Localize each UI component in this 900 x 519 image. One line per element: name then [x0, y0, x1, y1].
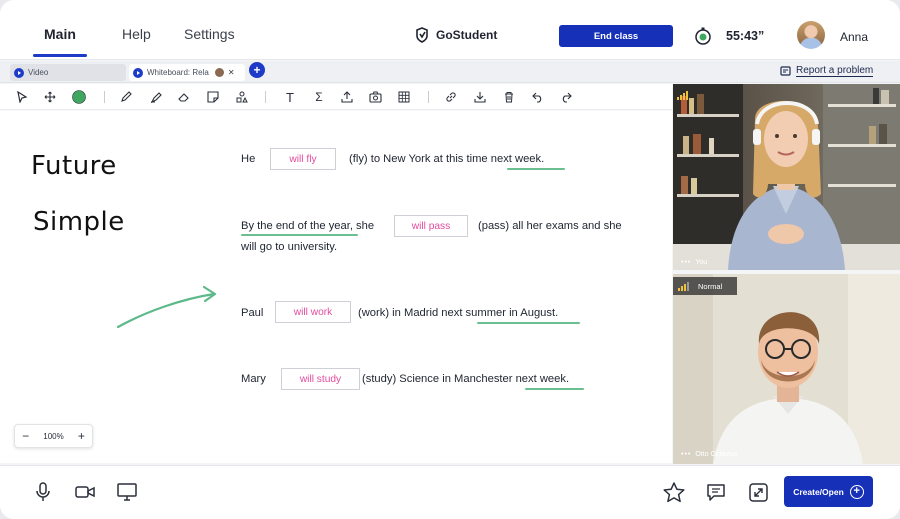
more-icon[interactable]: ••• — [681, 451, 691, 458]
stopwatch-icon — [695, 27, 711, 45]
move-icon[interactable] — [43, 90, 57, 104]
report-problem-link[interactable]: Report a problem — [780, 65, 874, 77]
toolbar-divider — [104, 91, 105, 103]
sentence-1-start: He — [241, 153, 256, 165]
self-video-label: ••• You — [681, 259, 707, 266]
plus-circle-icon: + — [849, 484, 864, 499]
underline-mark — [241, 234, 358, 236]
close-icon[interactable]: ✕ — [228, 68, 235, 77]
underline-mark — [507, 168, 565, 170]
app-window: Main Help Settings GoStudent End class 5… — [0, 0, 900, 519]
toolbar-divider — [265, 91, 266, 103]
sentence-2-start: By the end of the year, she — [241, 220, 375, 232]
delete-icon[interactable] — [502, 90, 516, 104]
tab-main[interactable]: Main — [44, 26, 76, 42]
tab-avatar — [214, 68, 224, 77]
toolbar-divider — [428, 91, 429, 103]
tab-help[interactable]: Help — [122, 26, 151, 42]
self-video-image — [673, 84, 900, 270]
tab-video-label: Video — [28, 68, 49, 77]
connection-quality-badge: Normal — [673, 277, 737, 295]
play-circle-icon — [133, 67, 143, 78]
participant-video-image — [673, 274, 900, 464]
sentence-3-start: Paul — [241, 307, 264, 319]
underline-mark — [525, 388, 584, 390]
user-name: Anna — [840, 30, 869, 44]
text-icon[interactable]: T — [283, 90, 297, 105]
flag-icon — [780, 65, 791, 76]
document-tab-bar: Video Whiteboard: Rela ✕ — [0, 61, 900, 83]
zoom-out-button[interactable]: − — [22, 429, 29, 443]
video-feed-participant[interactable]: ••• Otto Octavius — [673, 274, 900, 464]
pen-icon[interactable] — [119, 90, 133, 104]
underline-mark — [477, 322, 580, 324]
download-icon[interactable] — [473, 90, 487, 104]
participant-video-label: ••• Otto Octavius — [681, 451, 738, 458]
shapes-icon[interactable] — [235, 90, 249, 104]
upload-icon[interactable] — [340, 90, 354, 104]
whiteboard-toolbar: T Σ — [0, 84, 672, 110]
answer-box-4[interactable]: will study — [281, 368, 360, 390]
create-open-button[interactable]: Create/Open + — [784, 476, 873, 507]
active-tab-indicator — [33, 54, 87, 57]
signal-icon — [678, 282, 689, 291]
tab-whiteboard-label: Whiteboard: Rela — [147, 68, 209, 77]
formula-icon[interactable]: Σ — [312, 90, 326, 104]
handwritten-heading-future: Future — [31, 151, 117, 181]
tab-whiteboard[interactable]: Whiteboard: Rela ✕ — [129, 64, 245, 81]
camera-icon[interactable] — [71, 478, 99, 506]
whiteboard-canvas[interactable]: Future Simple He will fly (fly) to New Y… — [0, 111, 672, 463]
top-navigation: Main Help Settings GoStudent End class 5… — [0, 0, 900, 60]
microphone-icon[interactable] — [29, 478, 57, 506]
zoom-level: 100% — [43, 431, 64, 441]
participant-name: Otto Octavius — [695, 451, 738, 458]
answer-box-1[interactable]: will fly — [270, 148, 336, 170]
drawn-arrow — [116, 285, 217, 329]
sentence-1-end: (fly) to New York at this time next week… — [349, 153, 545, 165]
avatar[interactable] — [797, 21, 825, 49]
sentence-3-end: (work) in Madrid next summer in August. — [358, 307, 559, 319]
screen-share-icon[interactable] — [113, 478, 141, 506]
color-picker-icon[interactable] — [72, 90, 86, 104]
end-class-button[interactable]: End class — [559, 25, 673, 47]
fullscreen-icon[interactable] — [744, 478, 772, 506]
eraser-icon[interactable] — [177, 90, 191, 104]
sentence-4-end: (study) Science in Manchester next week. — [362, 373, 570, 385]
create-open-label: Create/Open — [793, 486, 844, 497]
tab-video[interactable]: Video — [10, 64, 126, 81]
zoom-control: − 100% + — [14, 424, 93, 448]
redo-icon[interactable] — [559, 90, 573, 104]
brand-name: GoStudent — [436, 28, 498, 42]
chat-icon[interactable] — [702, 478, 730, 506]
camera-icon[interactable] — [368, 90, 382, 104]
sentence-4-start: Mary — [241, 373, 266, 385]
connection-quality-label: Normal — [698, 281, 723, 291]
star-icon[interactable] — [660, 478, 688, 506]
self-name: You — [695, 259, 708, 266]
zoom-in-button[interactable]: + — [78, 429, 85, 443]
more-icon[interactable]: ••• — [681, 259, 691, 266]
link-icon[interactable] — [444, 90, 458, 104]
answer-box-3[interactable]: will work — [275, 301, 351, 323]
brand-logo: GoStudent — [413, 26, 497, 44]
signal-icon — [677, 91, 688, 100]
grid-icon[interactable] — [397, 90, 411, 104]
report-problem-label: Report a problem — [796, 65, 874, 77]
video-feed-self[interactable]: ••• You — [673, 84, 900, 270]
tab-settings[interactable]: Settings — [184, 26, 235, 42]
class-timer: 55:43” — [726, 29, 765, 43]
gostudent-logo-icon — [416, 27, 428, 43]
highlighter-icon[interactable] — [149, 90, 163, 104]
answer-box-2[interactable]: will pass — [394, 215, 468, 237]
cursor-icon[interactable] — [15, 90, 29, 104]
sentence-2-end: (pass) all her exams and she — [478, 220, 622, 232]
play-circle-icon — [14, 67, 24, 78]
undo-icon[interactable] — [531, 90, 545, 104]
add-tab-button[interactable]: + — [249, 62, 265, 78]
handwritten-heading-simple: Simple — [33, 207, 125, 237]
sentence-2-line2: will go to university. — [241, 241, 338, 253]
sticky-note-icon[interactable] — [206, 90, 220, 104]
